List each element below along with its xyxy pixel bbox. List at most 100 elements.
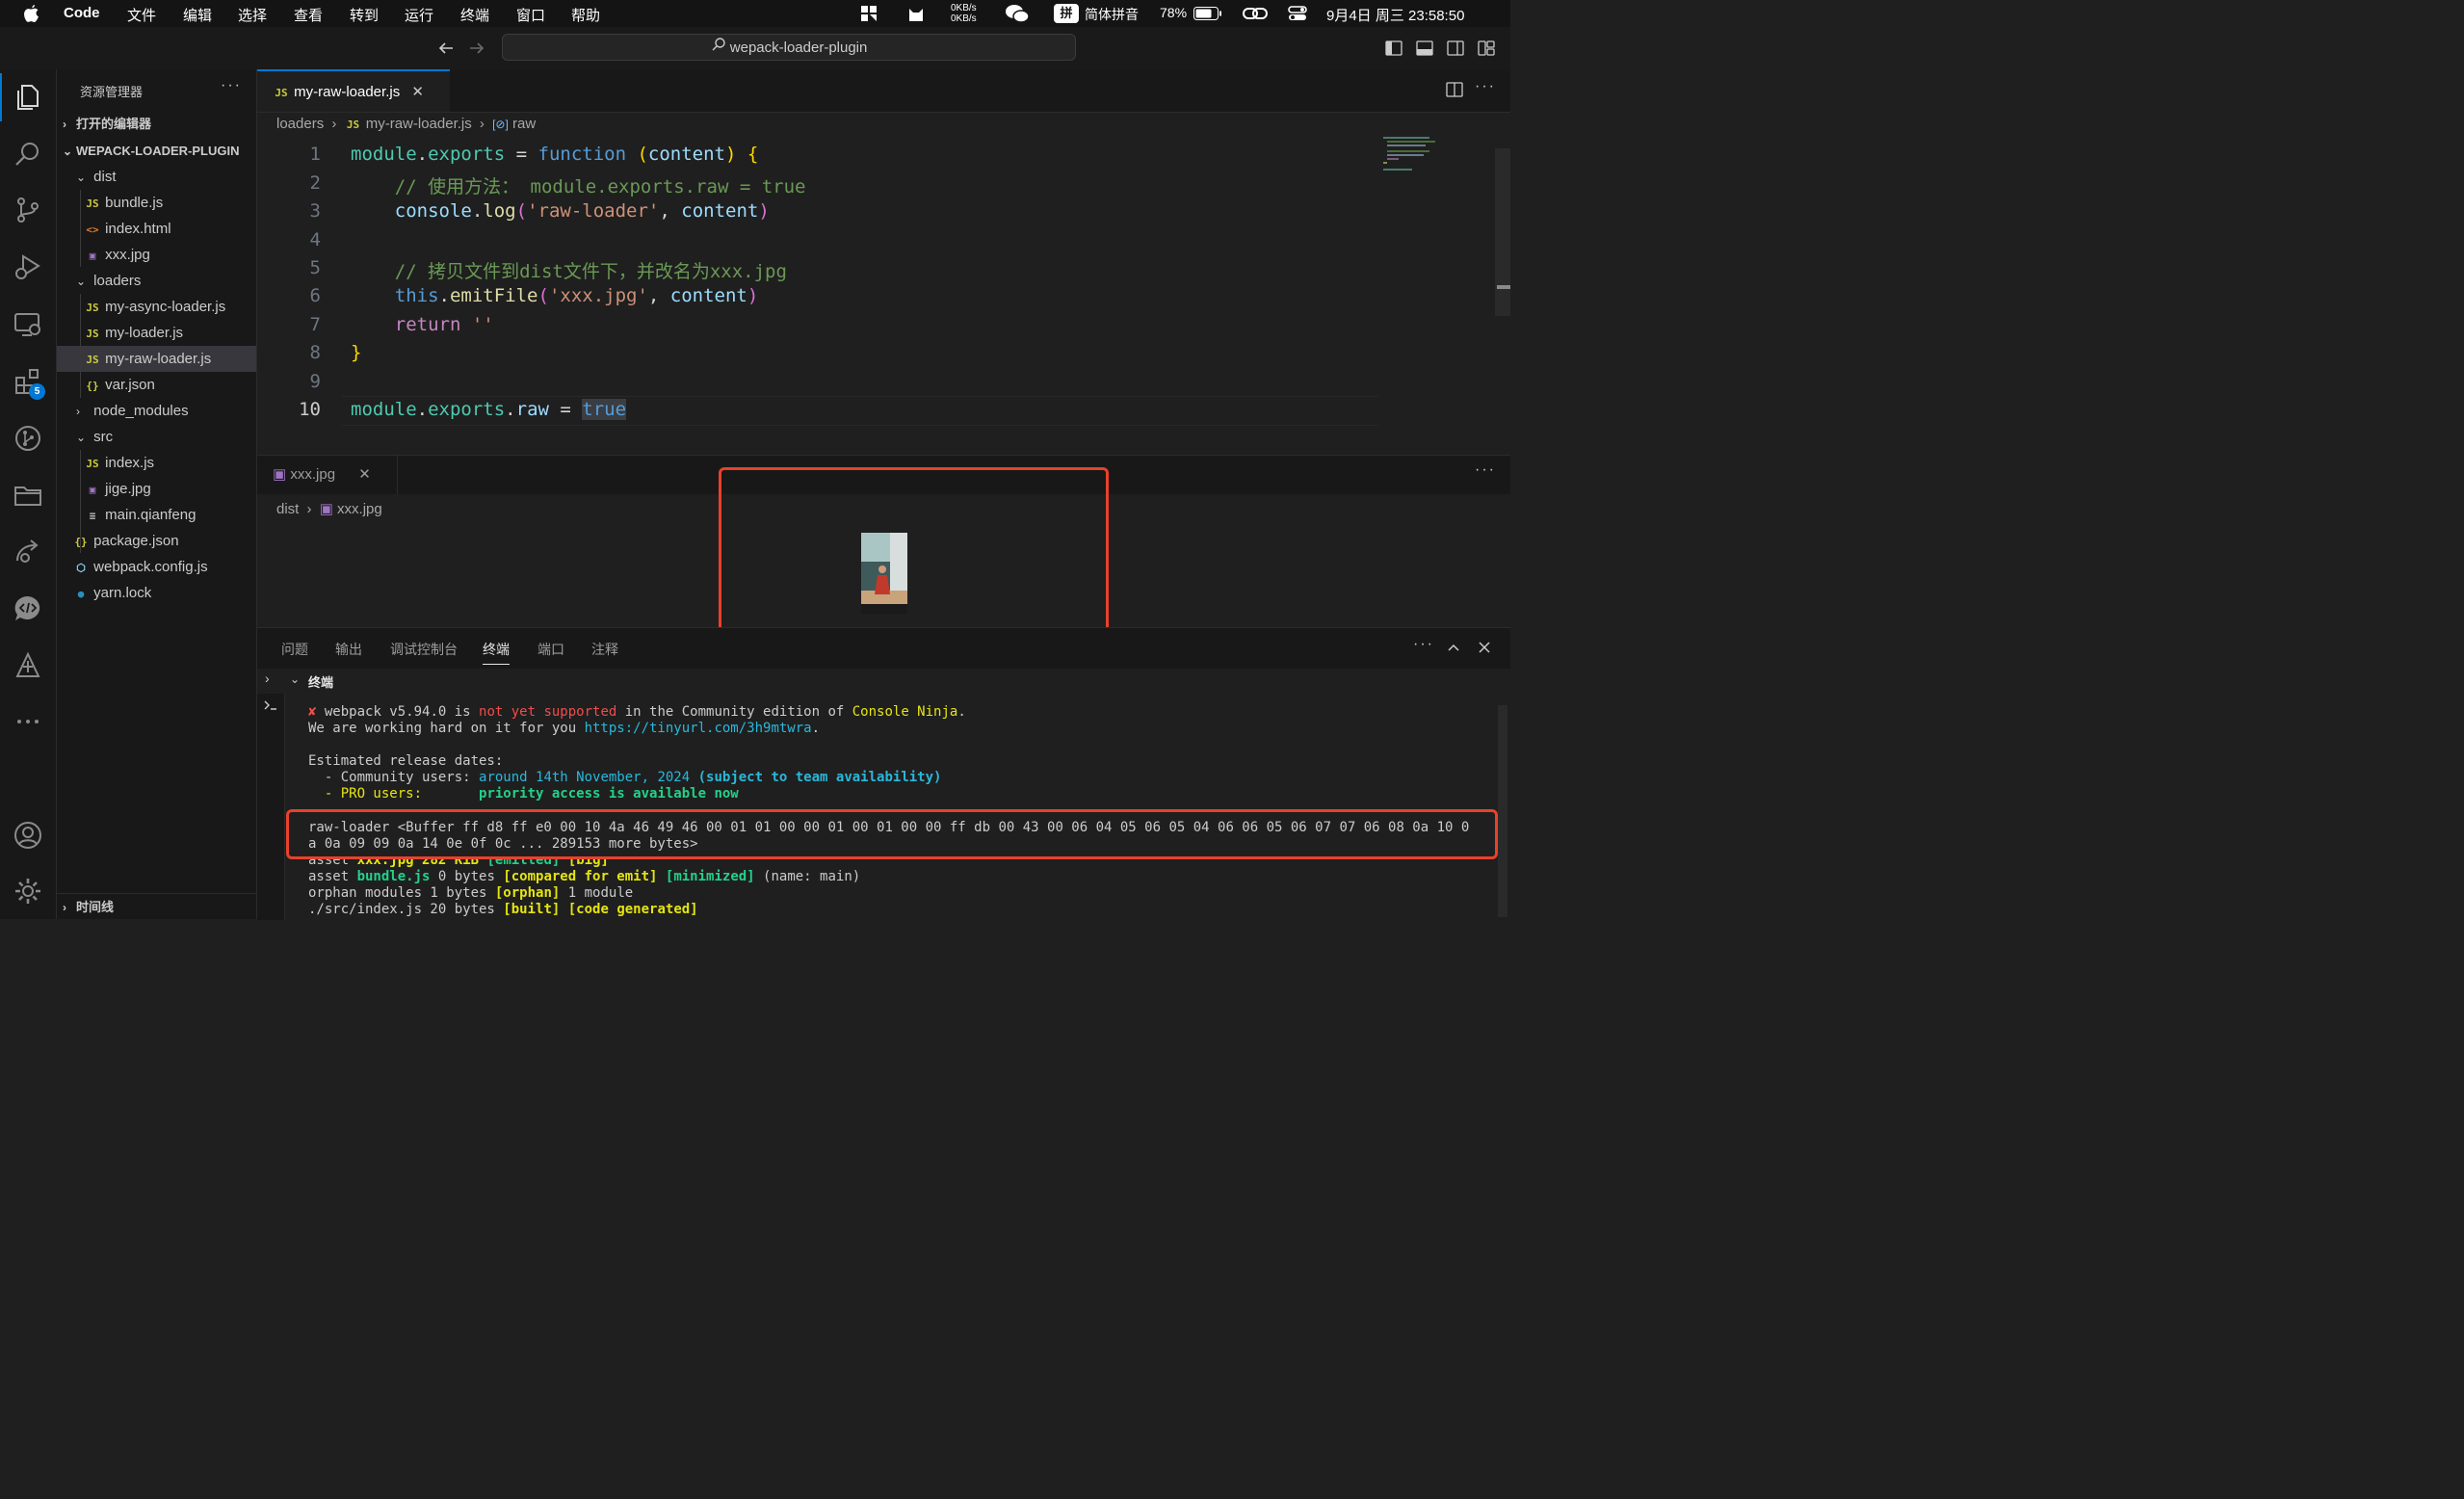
menu-select[interactable]: 选择 bbox=[238, 5, 267, 25]
tree-item-var-json[interactable]: {} var.json bbox=[57, 372, 256, 398]
tree-item-loaders[interactable]: ⌄ loaders bbox=[57, 268, 256, 294]
search-icon[interactable] bbox=[13, 140, 42, 169]
clock[interactable]: 9月4日 周三 23:58:50 bbox=[1326, 5, 1464, 25]
tree-item-webpack-config-js[interactable]: ⬡ webpack.config.js bbox=[57, 554, 256, 580]
open-editors-section[interactable]: › 打开的编辑器 bbox=[57, 111, 256, 137]
command-center-search[interactable]: wepack-loader-plugin bbox=[502, 34, 1076, 61]
menu-window[interactable]: 窗口 bbox=[516, 5, 545, 25]
source-control-icon[interactable] bbox=[13, 196, 42, 224]
tab-xxx-jpg[interactable]: ▣ xxx.jpg ✕ bbox=[257, 456, 398, 494]
apple-icon[interactable] bbox=[24, 5, 39, 22]
terminal-action-icon[interactable] bbox=[263, 697, 278, 713]
code-line-5[interactable]: // 拷贝文件到dist文件下，并改名为xxx.jpg bbox=[351, 257, 787, 283]
toggle-panel-icon[interactable] bbox=[1416, 40, 1433, 56]
tree-item-src[interactable]: ⌄ src bbox=[57, 424, 256, 450]
code-line-7[interactable]: return '' bbox=[351, 314, 494, 335]
git-graph-icon[interactable] bbox=[13, 424, 42, 453]
editor-more-icon[interactable]: ··· bbox=[1475, 78, 1496, 95]
tree-item-my-loader-js[interactable]: JS my-loader.js bbox=[57, 320, 256, 346]
close-panel-icon[interactable] bbox=[1477, 640, 1492, 655]
panel-tab-problems[interactable]: 问题 bbox=[281, 640, 308, 659]
maximize-panel-icon[interactable] bbox=[1446, 640, 1461, 655]
panel-tab-output[interactable]: 输出 bbox=[335, 640, 362, 659]
split-editor-icon[interactable] bbox=[1446, 82, 1463, 97]
preview-more-icon[interactable]: ··· bbox=[1475, 461, 1496, 479]
code-chat-icon[interactable] bbox=[13, 594, 42, 623]
tree-item-index-js[interactable]: JS index.js bbox=[57, 450, 256, 476]
panel-tab-ports[interactable]: 端口 bbox=[537, 640, 564, 659]
input-method-label[interactable]: 简体拼音 bbox=[1085, 5, 1139, 24]
code-line-6[interactable]: this.emitFile('xxx.jpg', content) bbox=[351, 285, 759, 306]
tree-item-index-html[interactable]: <> index.html bbox=[57, 216, 256, 242]
code-line-2[interactable]: // 使用方法： module.exports.raw = true bbox=[351, 172, 806, 198]
gitlens-icon[interactable] bbox=[13, 651, 42, 680]
code-line-8[interactable]: } bbox=[351, 342, 361, 363]
folder-icon[interactable] bbox=[13, 481, 42, 510]
chevron-right-icon[interactable]: › bbox=[265, 671, 270, 686]
tree-item-xxx-jpg[interactable]: ▣ xxx.jpg bbox=[57, 242, 256, 268]
terminal-section-title[interactable]: 终端 bbox=[308, 672, 333, 691]
project-root[interactable]: ⌄ WEPACK-LOADER-PLUGIN bbox=[57, 138, 256, 164]
menu-file[interactable]: 文件 bbox=[127, 5, 156, 25]
battery-icon[interactable] bbox=[1193, 7, 1222, 20]
close-icon[interactable]: ✕ bbox=[358, 466, 371, 483]
control-center-icon[interactable] bbox=[1288, 4, 1307, 23]
terminal-scrollbar[interactable] bbox=[1498, 705, 1507, 917]
panel-more-icon[interactable]: ··· bbox=[1413, 636, 1434, 653]
line-number: 8 bbox=[309, 342, 321, 363]
menu-edit[interactable]: 编辑 bbox=[183, 5, 212, 25]
settings-gear-icon[interactable] bbox=[13, 877, 42, 906]
breadcrumb-symbol[interactable]: raw bbox=[512, 116, 536, 132]
minimap[interactable] bbox=[1383, 137, 1441, 175]
panel-tab-debug-console[interactable]: 调试控制台 bbox=[390, 640, 458, 659]
status-app-icon[interactable] bbox=[860, 5, 878, 22]
menu-run[interactable]: 运行 bbox=[405, 5, 433, 25]
more-icon[interactable] bbox=[13, 707, 42, 736]
menu-goto[interactable]: 转到 bbox=[350, 5, 379, 25]
tree-item-my-async-loader-js[interactable]: JS my-async-loader.js bbox=[57, 294, 256, 320]
tree-item-bundle-js[interactable]: JS bundle.js bbox=[57, 190, 256, 216]
panel-tab-terminal[interactable]: 终端 bbox=[483, 640, 510, 665]
json-file-icon: {} bbox=[86, 380, 99, 392]
menu-terminal[interactable]: 终端 bbox=[460, 5, 489, 25]
tree-item-main-qianfeng[interactable]: ≡ main.qianfeng bbox=[57, 502, 256, 528]
panel-tab-comments[interactable]: 注释 bbox=[591, 640, 618, 659]
tree-item-my-raw-loader-js[interactable]: JS my-raw-loader.js bbox=[57, 346, 256, 372]
tree-item-dist[interactable]: ⌄ dist bbox=[57, 164, 256, 190]
toggle-primary-sidebar-icon[interactable] bbox=[1385, 40, 1402, 56]
account-icon[interactable] bbox=[13, 821, 42, 850]
forward-arrow-icon[interactable] bbox=[468, 39, 485, 57]
tree-item-yarn-lock[interactable]: ● yarn.lock bbox=[57, 580, 256, 606]
close-icon[interactable]: ✕ bbox=[411, 84, 424, 100]
tree-item-package-json[interactable]: {} package.json bbox=[57, 528, 256, 554]
run-debug-icon[interactable] bbox=[13, 252, 42, 281]
breadcrumb-folder[interactable]: loaders bbox=[276, 116, 324, 132]
code-line-1[interactable]: module.exports = function (content) { bbox=[351, 144, 758, 165]
toggle-secondary-sidebar-icon[interactable] bbox=[1447, 40, 1464, 56]
menu-app-name[interactable]: Code bbox=[64, 5, 100, 21]
tree-item-node-modules[interactable]: › node_modules bbox=[57, 398, 256, 424]
preview-breadcrumb-file[interactable]: xxx.jpg bbox=[337, 501, 382, 517]
back-arrow-icon[interactable] bbox=[437, 39, 455, 57]
breadcrumb-file[interactable]: my-raw-loader.js bbox=[366, 116, 472, 132]
cat-icon[interactable] bbox=[906, 4, 926, 23]
code-line-3[interactable]: console.log('raw-loader', content) bbox=[351, 200, 770, 222]
chevron-down-icon[interactable]: ⌄ bbox=[290, 672, 300, 686]
wechat-icon[interactable] bbox=[1005, 4, 1030, 23]
explorer-icon[interactable] bbox=[13, 83, 42, 112]
remote-explorer-icon[interactable] bbox=[13, 310, 42, 339]
tree-item-jige-jpg[interactable]: ▣ jige.jpg bbox=[57, 476, 256, 502]
customize-layout-icon[interactable] bbox=[1478, 40, 1495, 56]
live-share-icon[interactable] bbox=[13, 538, 42, 566]
menu-help[interactable]: 帮助 bbox=[571, 5, 600, 25]
tab-my-raw-loader[interactable]: JS my-raw-loader.js ✕ bbox=[257, 69, 450, 112]
preview-breadcrumb-folder[interactable]: dist bbox=[276, 501, 299, 517]
link-icon[interactable] bbox=[1243, 5, 1268, 22]
timeline-section[interactable]: › 时间线 bbox=[57, 893, 256, 920]
code-line-10[interactable]: module.exports.raw = true bbox=[351, 399, 627, 420]
editor-scrollbar[interactable] bbox=[1495, 148, 1510, 316]
preview-tab-label: xxx.jpg bbox=[290, 466, 336, 483]
sidebar-more-icon[interactable]: ··· bbox=[221, 77, 242, 94]
input-method-badge[interactable]: 拼 bbox=[1054, 4, 1079, 23]
menu-view[interactable]: 查看 bbox=[294, 5, 323, 25]
